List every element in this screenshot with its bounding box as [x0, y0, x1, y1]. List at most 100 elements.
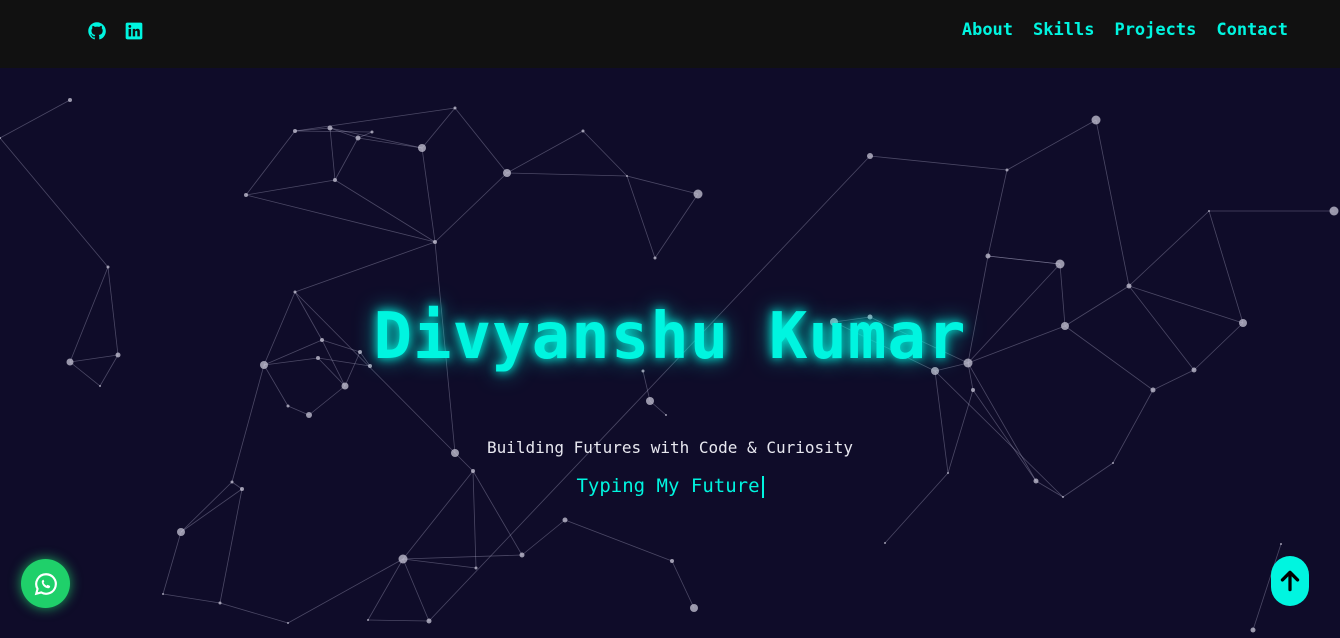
network-node [99, 385, 101, 387]
linkedin-icon [125, 22, 143, 40]
network-line [162, 593, 221, 604]
network-line [654, 193, 699, 259]
nav-about[interactable]: About [962, 20, 1013, 40]
scroll-to-top-button[interactable] [1271, 556, 1309, 606]
network-node [519, 552, 525, 558]
network-line [1128, 210, 1210, 287]
network-node [1091, 115, 1101, 125]
network-node [68, 98, 72, 102]
network-line [294, 241, 436, 293]
network-node [646, 397, 654, 405]
network-node [581, 129, 585, 133]
network-node [670, 559, 674, 563]
network-line [367, 558, 404, 621]
network-node [367, 619, 369, 621]
network-node [665, 414, 667, 416]
network-line [231, 364, 265, 483]
network-node [244, 193, 248, 197]
network-node [947, 472, 949, 474]
whatsapp-icon [34, 572, 57, 595]
hero-name: Divyanshu Kumar [373, 300, 967, 374]
network-node [867, 153, 873, 159]
network-node [690, 604, 698, 612]
network-line [0, 99, 71, 139]
network-line [947, 389, 974, 474]
network-line [287, 558, 404, 624]
network-line [972, 389, 1037, 482]
typing-text: Typing My Future [576, 475, 760, 497]
network-line [869, 155, 1008, 171]
network-node [327, 125, 333, 131]
whatsapp-button[interactable] [21, 559, 70, 608]
network-node [453, 106, 457, 110]
network-line [626, 175, 656, 259]
network-node [1329, 206, 1339, 216]
network-line [245, 130, 296, 196]
network-line [402, 558, 430, 622]
network-node [1126, 283, 1132, 289]
network-line [987, 255, 1061, 265]
network-line [421, 107, 456, 149]
network-node [370, 130, 374, 134]
network-node [474, 566, 478, 570]
network-node [562, 517, 568, 523]
main-nav: About Skills Projects Contact [962, 20, 1288, 40]
network-line [219, 488, 243, 604]
arrow-up-icon [1280, 570, 1300, 592]
linkedin-link[interactable] [123, 20, 145, 42]
network-line [294, 107, 456, 132]
network-node [333, 178, 337, 182]
network-node [106, 265, 110, 269]
typing-line: Typing My Future [0, 475, 1340, 498]
network-node [503, 169, 511, 177]
network-node [341, 382, 349, 390]
hero-tagline: Building Futures with Code & Curiosity [486, 438, 854, 457]
network-line [582, 130, 628, 177]
network-line [245, 179, 336, 196]
network-node [162, 593, 164, 595]
network-node [971, 388, 975, 392]
network-line [521, 519, 566, 556]
network-node [1055, 259, 1065, 269]
network-node [626, 175, 628, 177]
network-line [402, 558, 477, 569]
network-line [506, 172, 628, 177]
network-line [626, 175, 699, 195]
network-line [564, 519, 673, 562]
network-node [218, 601, 222, 605]
github-link[interactable] [86, 20, 108, 42]
network-node [1005, 168, 1009, 172]
network-line [308, 385, 346, 416]
network-line [219, 602, 289, 624]
network-node [693, 189, 703, 199]
network-node [884, 542, 886, 544]
network-line [428, 155, 871, 622]
network-line [329, 127, 336, 181]
network-line [421, 147, 436, 243]
nav-contact[interactable]: Contact [1216, 20, 1288, 40]
nav-projects[interactable]: Projects [1114, 20, 1196, 40]
network-line [934, 370, 949, 474]
network-node [177, 528, 185, 536]
network-node [293, 290, 297, 294]
network-node [1150, 387, 1156, 393]
nav-skills[interactable]: Skills [1033, 20, 1094, 40]
network-line [434, 172, 508, 243]
network-line [1006, 119, 1097, 171]
network-node [306, 412, 312, 418]
network-node [293, 129, 297, 133]
network-line [642, 370, 651, 402]
hero-section: Divyanshu Kumar Building Futures with Co… [0, 68, 1340, 638]
network-line [0, 137, 109, 268]
network-line [245, 194, 436, 243]
network-line [357, 137, 423, 149]
network-node [398, 554, 408, 564]
network-line [987, 169, 1008, 257]
network-node [355, 135, 361, 141]
network-line [334, 179, 436, 243]
typing-cursor [761, 475, 764, 498]
network-node [1112, 462, 1114, 464]
network-node [286, 404, 290, 408]
network-line [294, 130, 373, 133]
network-line [454, 107, 508, 174]
